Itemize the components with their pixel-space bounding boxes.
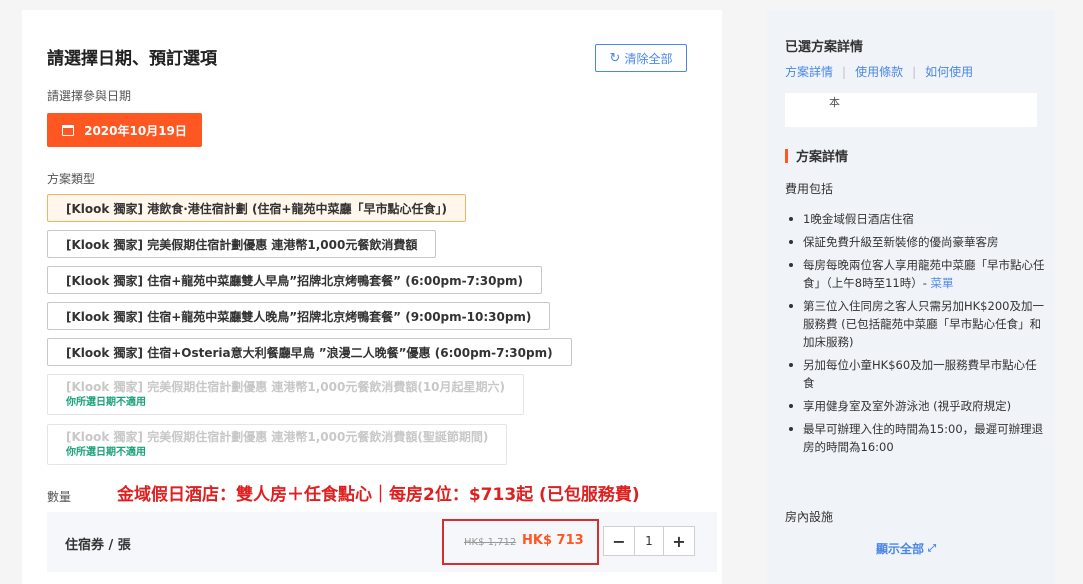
sidebar-title: 已選方案詳情 (785, 40, 864, 55)
quantity-value[interactable]: 1 (634, 527, 664, 555)
clear-all-label: 清除全部 (624, 51, 673, 66)
scroll-snippet: 本 (785, 93, 1037, 127)
link-how-to-use[interactable]: 如何使用 (925, 63, 973, 80)
list-item: 另加每位小童HK$60及加一服務費早市點心任食 (785, 356, 1047, 392)
expand-icon: ⤢ (928, 543, 937, 554)
link-terms[interactable]: 使用條款 (855, 63, 903, 80)
package-option[interactable]: [Klook 獨家] 港飲食·港住宿計劃 (住宿+龍苑中菜廳「早市點心任食」) (47, 194, 466, 222)
selected-date: 2020年10月19日 (84, 123, 187, 138)
menu-link[interactable]: 菜單 (931, 276, 954, 290)
divider: | (842, 64, 847, 79)
package-option-text: [Klook 獨家] 完美假期住宿計劃優惠 連港幣1,000元餐飲消費額(聖誕節… (66, 430, 489, 444)
list-item: 每房每晚兩位客人享用龍苑中菜廳「早市點心任食」（上午8時至11時）- 菜單 (785, 256, 1047, 292)
item-name: 住宿券 / 張 (65, 538, 131, 553)
increment-button[interactable]: + (664, 527, 694, 555)
package-option[interactable]: [Klook 獨家] 住宿+Osteria意大利餐廳早鳥 ”浪漫二人晚餐”優惠 … (47, 338, 572, 366)
fee-list: 1晚金域假日酒店住宿 保証免費升級至新裝修的優尚豪華客房 每房每晚兩位客人享用龍… (785, 210, 1047, 461)
not-applicable-note: 你所選日期不適用 (66, 447, 146, 458)
clear-all-button[interactable]: ↻ 清除全部 (595, 44, 687, 72)
calendar-icon (62, 124, 75, 136)
sale-price: HK$ 713 (522, 533, 584, 548)
room-facilities-label: 房內設施 (785, 510, 834, 524)
package-details-sidebar: 已選方案詳情 方案詳情 | 使用條款 | 如何使用 本 方案詳情 費用包括 1晚… (767, 10, 1055, 584)
booking-panel: 請選擇日期、預訂選項 ↻ 清除全部 請選擇參與日期 2020年10月19日 方案… (22, 10, 722, 584)
package-option-disabled: [Klook 獨家] 完美假期住宿計劃優惠 連港幣1,000元餐飲消費額(10月… (47, 374, 525, 415)
list-item: 享用健身室及室外游泳池 (視乎政府規定) (785, 397, 1047, 415)
booking-title: 請選擇日期、預訂選項 (47, 49, 217, 69)
date-label: 請選擇參與日期 (47, 89, 132, 103)
refresh-icon: ↻ (609, 50, 621, 66)
list-item: 1晚金域假日酒店住宿 (785, 210, 1047, 228)
price-highlight: HK$ 1,712 HK$ 713 (442, 519, 599, 565)
package-option[interactable]: [Klook 獨家] 住宿+龍苑中菜廳雙人晚鳥”招牌北京烤鴨套餐” (9:00p… (47, 302, 551, 330)
package-option-text: [Klook 獨家] 完美假期住宿計劃優惠 連港幣1,000元餐飲消費額(10月… (66, 380, 506, 394)
list-item: 第三位入住同房之客人只需另加HK$200及加一服務費 (已包括龍苑中菜廳「早市點… (785, 297, 1047, 351)
show-all-button[interactable]: 顯示全部 ⤢ (876, 540, 936, 557)
fee-included-label: 費用包括 (785, 182, 834, 196)
not-applicable-note: 你所選日期不適用 (66, 397, 146, 408)
quantity-stepper: − 1 + (603, 526, 695, 556)
section-title: 方案詳情 (796, 150, 849, 165)
package-option[interactable]: [Klook 獨家] 完美假期住宿計劃優惠 連港幣1,000元餐飲消費額 (47, 230, 437, 258)
package-type-label: 方案類型 (47, 172, 96, 186)
quantity-row: 住宿券 / 張 HK$ 1,712 HK$ 713 − 1 + (47, 512, 717, 572)
section-heading: 方案詳情 (785, 146, 848, 165)
quantity-label: 數量 (47, 490, 72, 504)
original-price: HK$ 1,712 (464, 537, 517, 548)
list-item: 最早可辦理入住的時間為15:00，最遲可辦理退房的時間為16:00 (785, 420, 1047, 456)
sidebar-nav: 方案詳情 | 使用條款 | 如何使用 (785, 63, 973, 80)
show-all-label: 顯示全部 (876, 542, 925, 556)
accent-bar (785, 148, 788, 163)
date-picker-button[interactable]: 2020年10月19日 (47, 113, 202, 147)
promo-overlay-text: 金域假日酒店：雙人房＋任食點心｜每房2位：$713起 (已包服務費) (117, 485, 640, 505)
divider: | (912, 64, 917, 79)
link-package-details[interactable]: 方案詳情 (785, 63, 833, 80)
package-option[interactable]: [Klook 獨家] 住宿+龍苑中菜廳雙人早鳥”招牌北京烤鴨套餐” (6:00p… (47, 266, 543, 294)
snippet-text: 本 (829, 96, 840, 109)
package-option-disabled: [Klook 獨家] 完美假期住宿計劃優惠 連港幣1,000元餐飲消費額(聖誕節… (47, 424, 508, 465)
decrement-button[interactable]: − (604, 527, 634, 555)
list-item: 保証免費升級至新裝修的優尚豪華客房 (785, 233, 1047, 251)
